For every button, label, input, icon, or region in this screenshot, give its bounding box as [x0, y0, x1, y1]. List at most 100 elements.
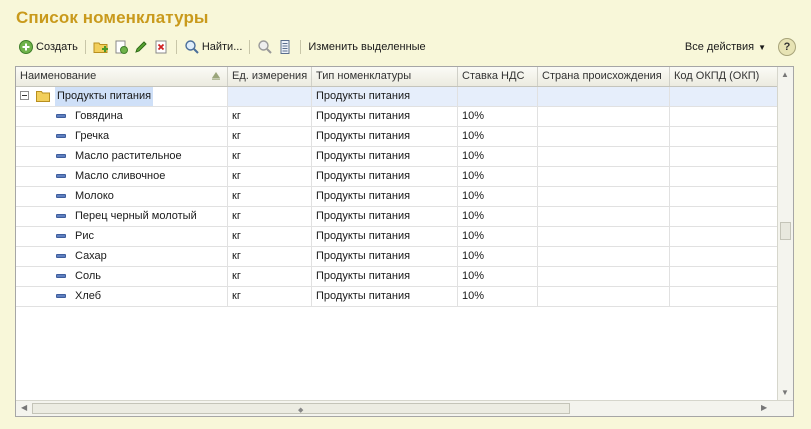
horizontal-scroll-thumb[interactable]: ◆ [32, 403, 570, 414]
group-vat [458, 87, 538, 106]
item-icon [56, 134, 66, 138]
add-circle-icon [19, 40, 33, 54]
item-type: Продукты питания [312, 267, 458, 286]
item-unit: кг [228, 167, 312, 186]
item-name: Перец черный молотый [75, 210, 197, 222]
scroll-grip-icon: ◆ [298, 407, 304, 414]
item-icon [56, 254, 66, 258]
group-row[interactable]: Продукты питания Продукты питания [16, 87, 778, 107]
item-icon [56, 294, 66, 298]
list-settings-button[interactable] [275, 37, 295, 57]
item-name: Масло сливочное [75, 170, 166, 182]
table-row[interactable]: Масло сливочное кг Продукты питания 10% [16, 167, 778, 187]
table-row[interactable]: Гречка кг Продукты питания 10% [16, 127, 778, 147]
scroll-up-icon[interactable]: ▲ [781, 70, 789, 79]
edit-button[interactable] [131, 37, 151, 57]
item-name: Соль [75, 270, 101, 282]
item-name-cell: Масло растительное [16, 147, 228, 166]
create-button[interactable]: Создать [16, 37, 80, 57]
column-header-country[interactable]: Страна происхождения [538, 67, 670, 86]
item-name-cell: Перец черный молотый [16, 207, 228, 226]
toolbar: Создать Найти... Изменить выделенные Все… [16, 36, 796, 58]
find-button[interactable]: Найти... [182, 37, 245, 57]
item-code [670, 167, 778, 186]
table-header: Наименование Ед. измерения Тип номенклат… [16, 67, 778, 87]
item-country [538, 247, 670, 266]
item-unit: кг [228, 247, 312, 266]
table-row[interactable]: Сахар кг Продукты питания 10% [16, 247, 778, 267]
item-unit: кг [228, 207, 312, 226]
item-icon [56, 174, 66, 178]
item-country [538, 287, 670, 306]
column-header-vat[interactable]: Ставка НДС [458, 67, 538, 86]
toolbar-separator [249, 40, 251, 54]
group-type: Продукты питания [312, 87, 458, 106]
item-type: Продукты питания [312, 187, 458, 206]
item-unit: кг [228, 287, 312, 306]
all-actions-button[interactable]: Все действия ▼ [683, 37, 768, 57]
nomenclature-table: Наименование Ед. измерения Тип номенклат… [15, 66, 794, 417]
column-header-unit[interactable]: Ед. измерения [228, 67, 312, 86]
column-header-type[interactable]: Тип номенклатуры [312, 67, 458, 86]
item-name-cell: Хлеб [16, 287, 228, 306]
sort-ascending-icon [212, 72, 220, 80]
table-row[interactable]: Рис кг Продукты питания 10% [16, 227, 778, 247]
horizontal-scrollbar[interactable]: ◀ ◆ ▶ [16, 400, 793, 416]
item-name: Масло растительное [75, 150, 182, 162]
create-group-button[interactable] [91, 37, 111, 57]
table-row[interactable]: Хлеб кг Продукты питания 10% [16, 287, 778, 307]
item-unit: кг [228, 187, 312, 206]
search-icon [185, 40, 199, 54]
vertical-scrollbar[interactable]: ▲ ▼ [777, 67, 793, 400]
find-label: Найти... [201, 41, 243, 53]
help-button[interactable]: ? [778, 38, 796, 56]
toolbar-separator [175, 40, 177, 54]
folder-add-icon [93, 42, 108, 53]
vertical-scroll-thumb[interactable] [780, 222, 791, 240]
item-type: Продукты питания [312, 227, 458, 246]
item-type: Продукты питания [312, 207, 458, 226]
scroll-down-icon[interactable]: ▼ [781, 388, 789, 397]
create-label: Создать [36, 41, 78, 53]
cancel-search-button[interactable] [255, 37, 275, 57]
item-type: Продукты питания [312, 287, 458, 306]
item-code [670, 207, 778, 226]
list-icon [280, 40, 290, 54]
group-name: Продукты питания [55, 87, 154, 106]
item-code [670, 267, 778, 286]
item-country [538, 127, 670, 146]
item-vat: 10% [458, 147, 538, 166]
column-header-okpd-code[interactable]: Код ОКПД (ОКП) [670, 67, 778, 86]
item-name-cell: Говядина [16, 107, 228, 126]
item-name-cell: Гречка [16, 127, 228, 146]
item-name-cell: Рис [16, 227, 228, 246]
item-unit: кг [228, 147, 312, 166]
item-code [670, 227, 778, 246]
collapse-toggle-icon[interactable] [20, 91, 29, 100]
item-name: Рис [75, 230, 94, 242]
group-unit [228, 87, 312, 106]
item-icon [56, 274, 66, 278]
item-name-cell: Молоко [16, 187, 228, 206]
scroll-right-icon[interactable]: ▶ [761, 403, 767, 412]
delete-button[interactable] [151, 37, 171, 57]
edit-selected-button[interactable]: Изменить выделенные [306, 37, 427, 57]
item-type: Продукты питания [312, 247, 458, 266]
scroll-left-icon[interactable]: ◀ [21, 403, 27, 412]
toolbar-separator [84, 40, 86, 54]
table-row[interactable]: Масло растительное кг Продукты питания 1… [16, 147, 778, 167]
item-unit: кг [228, 267, 312, 286]
folder-icon [36, 91, 50, 102]
item-vat: 10% [458, 127, 538, 146]
item-type: Продукты питания [312, 107, 458, 126]
item-unit: кг [228, 227, 312, 246]
item-country [538, 187, 670, 206]
item-country [538, 107, 670, 126]
column-header-name[interactable]: Наименование [16, 67, 228, 86]
item-name-cell: Сахар [16, 247, 228, 266]
table-row[interactable]: Соль кг Продукты питания 10% [16, 267, 778, 287]
table-row[interactable]: Молоко кг Продукты питания 10% [16, 187, 778, 207]
table-row[interactable]: Говядина кг Продукты питания 10% [16, 107, 778, 127]
copy-button[interactable] [111, 37, 131, 57]
table-row[interactable]: Перец черный молотый кг Продукты питания… [16, 207, 778, 227]
